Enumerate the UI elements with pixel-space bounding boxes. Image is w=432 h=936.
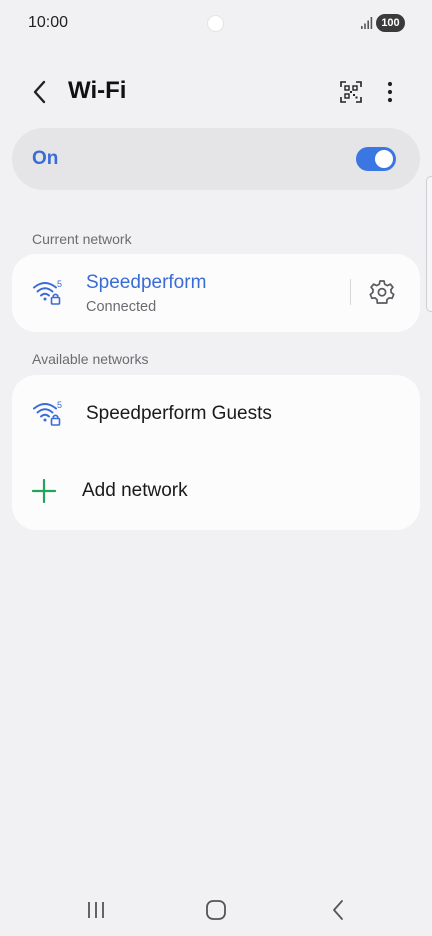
switch-knob	[375, 150, 393, 168]
recent-apps-icon	[88, 902, 104, 918]
status-bar: 10:00 100	[0, 0, 432, 46]
wifi-5ghz-locked-icon: 5	[33, 400, 62, 426]
page-title: Wi-Fi	[68, 77, 127, 104]
app-header: Wi-Fi	[0, 66, 432, 118]
more-vertical-icon	[387, 81, 393, 103]
network-settings-button[interactable]	[368, 278, 396, 306]
battery-badge: 100	[376, 14, 405, 32]
master-toggle-label: On	[32, 148, 59, 169]
current-network-card: 5 Speedperform Connected	[12, 254, 420, 332]
wifi-master-toggle[interactable]: On	[12, 128, 420, 190]
current-network-heading: Current network	[32, 231, 132, 247]
gear-icon	[369, 280, 395, 304]
nav-back-button[interactable]	[324, 898, 352, 922]
current-network-name: Speedperform	[86, 272, 207, 293]
available-networks-card: 5 Speedperform Guests Add network	[12, 375, 420, 530]
band-label: 5	[57, 400, 62, 410]
home-icon	[206, 900, 226, 920]
back-button[interactable]	[26, 78, 54, 106]
available-network-row[interactable]: 5 Speedperform Guests	[12, 375, 420, 451]
qr-scan-button[interactable]	[336, 77, 366, 107]
qr-code-icon	[340, 81, 362, 103]
wifi-switch[interactable]	[356, 147, 396, 171]
add-network-label: Add network	[82, 480, 188, 501]
plus-icon	[32, 479, 56, 503]
status-time: 10:00	[28, 14, 69, 31]
recent-apps-button[interactable]	[82, 898, 110, 922]
home-button[interactable]	[202, 898, 230, 922]
available-network-name: Speedperform Guests	[86, 403, 272, 424]
scroll-indicator[interactable]	[426, 176, 432, 312]
back-icon	[333, 900, 343, 920]
chevron-left-icon	[33, 80, 46, 104]
system-nav-bar	[0, 884, 432, 936]
wifi-5ghz-locked-icon: 5	[33, 279, 62, 305]
more-options-button[interactable]	[378, 77, 402, 107]
current-network-status: Connected	[86, 299, 157, 315]
signal-strength-icon	[361, 17, 373, 29]
camera-cutout	[207, 15, 224, 32]
available-networks-heading: Available networks	[32, 351, 149, 367]
row-divider	[350, 279, 351, 305]
current-network-row[interactable]: 5 Speedperform Connected	[12, 254, 342, 332]
add-network-row[interactable]: Add network	[12, 453, 420, 529]
band-label: 5	[57, 279, 62, 289]
